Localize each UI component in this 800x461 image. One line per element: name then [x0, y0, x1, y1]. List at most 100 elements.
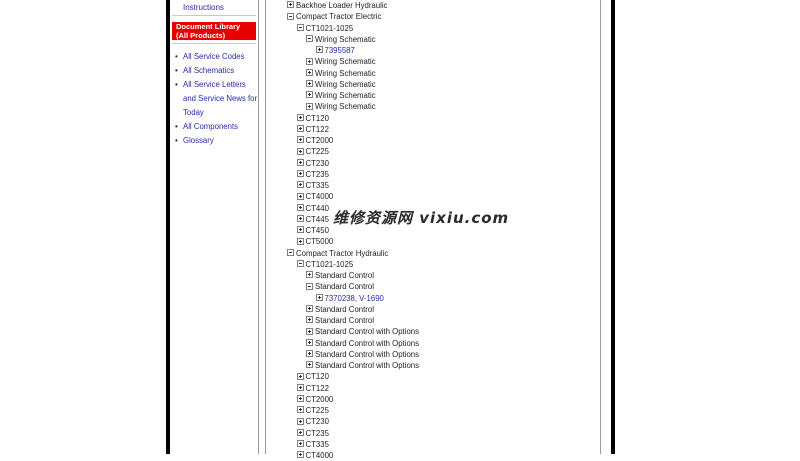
tree-node[interactable]: 7395587: [315, 45, 355, 56]
expand-icon[interactable]: [306, 68, 313, 76]
tree-node[interactable]: CT120: [296, 113, 329, 124]
expand-icon[interactable]: [296, 125, 304, 133]
tree-node[interactable]: Compact Tractor Electric: [287, 11, 381, 22]
tree-node[interactable]: CT235: [296, 428, 329, 439]
tree-node-label: Wiring Schematic: [315, 102, 376, 112]
tree-node[interactable]: CT2000: [296, 135, 333, 146]
tree-node[interactable]: CT1021-1025: [296, 23, 353, 34]
tree-node-label: CT4000: [305, 192, 334, 202]
expand-icon[interactable]: [296, 192, 304, 200]
tree-node[interactable]: CT2000: [296, 394, 333, 405]
tree-node[interactable]: Standard Control: [306, 270, 374, 281]
sidebar-link-list: • All Service Codes • All Schematics • All …: [175, 50, 259, 148]
tree-node[interactable]: Standard Control: [306, 315, 374, 326]
expand-icon[interactable]: [287, 1, 294, 9]
expand-icon[interactable]: [306, 350, 313, 358]
tree-node[interactable]: CT5000: [296, 236, 333, 247]
tree-node[interactable]: CT4000: [296, 191, 334, 202]
expand-icon[interactable]: [315, 46, 323, 54]
expand-icon[interactable]: [296, 451, 304, 459]
expand-icon[interactable]: [306, 361, 313, 369]
collapse-icon[interactable]: [296, 23, 304, 31]
tree-node[interactable]: Standard Control with Options: [306, 360, 419, 371]
expand-icon[interactable]: [296, 428, 304, 436]
sidebar-item-schematics[interactable]: • All Schematics: [175, 64, 259, 78]
expand-icon[interactable]: [306, 338, 313, 346]
tree-node[interactable]: Standard Control: [306, 281, 374, 292]
expand-icon[interactable]: [296, 181, 304, 189]
tree-node[interactable]: CT120: [296, 371, 329, 382]
collapse-icon[interactable]: [287, 248, 294, 256]
expand-icon[interactable]: [296, 395, 304, 403]
tree-node[interactable]: CT335: [296, 439, 329, 450]
sidebar-item-components[interactable]: • All Components: [175, 120, 259, 134]
collapse-icon[interactable]: [287, 12, 294, 20]
tree-node[interactable]: CT450: [296, 225, 329, 236]
tree-node[interactable]: Standard Control with Options: [306, 326, 419, 337]
expand-icon[interactable]: [296, 113, 304, 121]
tree-node-label: CT122: [305, 124, 329, 134]
tree-node[interactable]: CT122: [296, 124, 329, 135]
tree-node[interactable]: CT1021-1025: [296, 259, 353, 270]
expand-icon[interactable]: [306, 57, 313, 65]
tree-node[interactable]: CT230: [296, 416, 329, 427]
sidebar-item-service-letters-cont[interactable]: Today: [175, 106, 259, 120]
document-library-heading[interactable]: Document Library (All Products): [172, 22, 256, 40]
tree-node[interactable]: Standard Control with Options: [306, 349, 419, 360]
collapse-icon[interactable]: [306, 282, 313, 290]
expand-icon[interactable]: [306, 327, 313, 335]
tree-node[interactable]: CT4000: [296, 450, 333, 461]
tree-node-label[interactable]: 7370238, V-1690: [325, 294, 384, 303]
instructions-link[interactable]: Instructions: [183, 3, 224, 12]
tree-node[interactable]: CT225: [296, 405, 329, 416]
expand-icon[interactable]: [296, 237, 304, 245]
tree-node[interactable]: Backhoe Loader Hydraulic: [287, 0, 387, 11]
tree-node[interactable]: Standard Control with Options: [306, 338, 419, 349]
expand-icon[interactable]: [306, 91, 313, 99]
tree-node-label[interactable]: 7395587: [325, 46, 355, 55]
tree-node-label: Compact Tractor Electric: [296, 12, 382, 22]
tree-node[interactable]: Standard Control: [306, 304, 374, 315]
tree-node[interactable]: CT225: [296, 146, 329, 157]
sidebar-item-service-letters[interactable]: • All Service Letters: [175, 78, 259, 92]
expand-icon[interactable]: [296, 417, 304, 425]
tree-node[interactable]: Wiring Schematic: [306, 34, 376, 45]
expand-icon[interactable]: [296, 203, 304, 211]
expand-icon[interactable]: [296, 147, 304, 155]
tree-node[interactable]: Compact Tractor Hydraulic: [287, 248, 388, 259]
tree-node[interactable]: CT230: [296, 158, 329, 169]
expand-icon[interactable]: [296, 136, 304, 144]
expand-icon[interactable]: [296, 440, 304, 448]
sidebar-item-glossary[interactable]: • Glossary: [175, 134, 259, 148]
expand-icon[interactable]: [296, 226, 304, 234]
sidebar-item-service-codes[interactable]: • All Service Codes: [175, 50, 259, 64]
tree-node[interactable]: CT335: [296, 180, 329, 191]
expand-icon[interactable]: [296, 383, 304, 391]
tree-node-label: CT440: [305, 203, 329, 213]
tree-node-label: CT335: [305, 439, 329, 449]
tree-node[interactable]: Wiring Schematic: [306, 79, 376, 90]
expand-icon[interactable]: [306, 305, 313, 313]
expand-icon[interactable]: [306, 80, 313, 88]
tree-node[interactable]: CT235: [296, 169, 329, 180]
expand-icon[interactable]: [306, 271, 313, 279]
expand-icon[interactable]: [296, 372, 304, 380]
tree-node[interactable]: CT122: [296, 383, 329, 394]
expand-icon[interactable]: [315, 293, 323, 301]
tree-node[interactable]: Wiring Schematic: [306, 68, 376, 79]
tree-node[interactable]: 7370238, V-1690: [315, 293, 384, 304]
expand-icon[interactable]: [296, 158, 304, 166]
tree-node[interactable]: Wiring Schematic: [306, 101, 376, 112]
sidebar-item-service-letters-cont[interactable]: and Service News for: [175, 92, 259, 106]
expand-icon[interactable]: [306, 102, 313, 110]
tree-node[interactable]: CT440: [296, 203, 329, 214]
expand-icon[interactable]: [296, 170, 304, 178]
tree-node[interactable]: Wiring Schematic: [306, 56, 376, 67]
expand-icon[interactable]: [296, 215, 304, 223]
expand-icon[interactable]: [296, 406, 304, 414]
collapse-icon[interactable]: [296, 260, 304, 268]
tree-node[interactable]: CT445: [296, 214, 329, 225]
tree-node[interactable]: Wiring Schematic: [306, 90, 376, 101]
collapse-icon[interactable]: [306, 35, 313, 43]
expand-icon[interactable]: [306, 316, 313, 324]
